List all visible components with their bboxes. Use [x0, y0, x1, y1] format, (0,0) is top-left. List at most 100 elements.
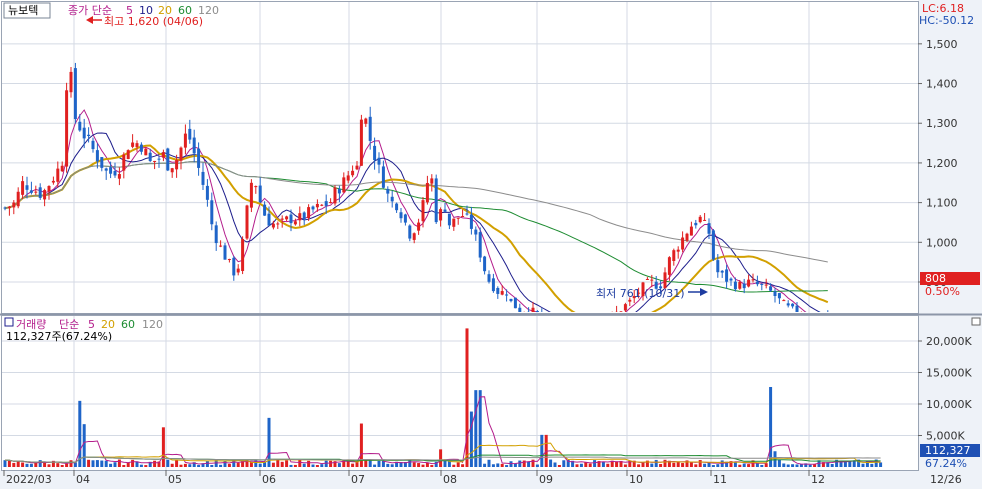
- volume-bar: [183, 463, 187, 467]
- chart-canvas[interactable]: 1,5001,4001,3001,2001,1001,000900 20,000…: [0, 0, 982, 489]
- volume-bar: [417, 463, 421, 467]
- candle-body: [126, 150, 130, 160]
- volume-bar: [540, 434, 544, 467]
- candle-body: [733, 281, 737, 290]
- volume-bar: [386, 463, 390, 467]
- volume-bar: [29, 463, 33, 467]
- volume-bar: [302, 463, 306, 467]
- candle-body: [302, 212, 306, 220]
- candle-body: [513, 297, 517, 309]
- candle-body: [381, 166, 385, 188]
- volume-bar: [623, 464, 627, 467]
- volume-bar: [879, 462, 883, 467]
- candle-body: [16, 191, 20, 207]
- price-tick-label: 1,200: [926, 157, 958, 170]
- candle-body: [91, 140, 95, 150]
- volume-bar: [698, 460, 702, 467]
- candle-body: [214, 225, 218, 244]
- candle-body: [263, 204, 267, 216]
- candle-body: [742, 283, 746, 289]
- candle-body: [681, 237, 685, 250]
- high-annotation-text: 최고 1,620 (04/06): [104, 15, 203, 28]
- high-annotation: 최고 1,620 (04/06): [86, 15, 203, 28]
- price-tick-label: 1,400: [926, 78, 958, 91]
- price-tick-label: 1,300: [926, 117, 958, 130]
- volume-bar: [3, 460, 7, 467]
- candle-body: [25, 185, 29, 190]
- volume-bar: [720, 460, 724, 467]
- volume-bar: [839, 461, 843, 467]
- volume-bar: [293, 464, 297, 467]
- candle-body: [738, 282, 742, 289]
- panel-close-icon[interactable]: [971, 317, 981, 326]
- x-tick-label: 10: [629, 473, 643, 486]
- candle-body: [623, 304, 627, 311]
- volume-bar: [439, 449, 443, 467]
- candle-body: [628, 299, 632, 302]
- candle-body: [443, 209, 447, 212]
- volume-bar: [69, 460, 73, 467]
- candle-body: [720, 270, 724, 273]
- x-tick-label: 12: [811, 473, 825, 486]
- volume-bar: [307, 460, 311, 467]
- candle-body: [747, 279, 751, 287]
- volume-bar: [553, 462, 557, 467]
- volume-bar: [258, 463, 262, 467]
- candle-body: [267, 213, 271, 226]
- volume-bar: [205, 461, 209, 467]
- volume-tick-label: 15,000K: [926, 367, 972, 380]
- candle-body: [78, 121, 82, 131]
- candle-body: [249, 182, 253, 208]
- candle-body: [170, 168, 174, 173]
- candle-body: [386, 188, 390, 194]
- current-volume-percent: 67.24%: [925, 457, 967, 470]
- volume-bar: [311, 464, 315, 467]
- candle-body: [337, 188, 341, 194]
- candle-body: [87, 134, 91, 137]
- volume-bar: [522, 460, 526, 467]
- volume-legend-ma120: 120: [142, 318, 163, 331]
- volume-bar: [830, 463, 834, 467]
- volume-bar: [364, 459, 368, 467]
- volume-bar: [483, 463, 487, 467]
- candle-body: [258, 185, 262, 203]
- candle-body: [461, 216, 465, 218]
- candle-body: [135, 143, 139, 147]
- candle-body: [698, 216, 702, 223]
- volume-bar: [650, 463, 654, 467]
- candle-body: [707, 223, 711, 234]
- candle-body: [650, 279, 654, 281]
- volume-bar: [518, 460, 522, 467]
- volume-bar: [289, 464, 293, 467]
- candle-body: [399, 212, 403, 219]
- volume-bar: [131, 459, 135, 467]
- candle-body: [408, 225, 412, 239]
- candle-body: [104, 168, 108, 171]
- volume-bar: [672, 462, 676, 467]
- price-tick-label: 1,000: [926, 236, 958, 249]
- candle-body: [56, 168, 60, 182]
- volume-bar: [549, 459, 553, 467]
- candle-body: [3, 207, 7, 209]
- volume-bar: [474, 390, 478, 467]
- candle-body: [197, 148, 201, 168]
- volume-bar: [584, 462, 588, 467]
- volume-bar: [421, 464, 425, 467]
- volume-bar: [601, 461, 605, 467]
- volume-bar: [91, 460, 95, 467]
- volume-bar: [139, 464, 143, 467]
- volume-bar: [641, 462, 645, 467]
- volume-bar: [500, 463, 504, 467]
- candle-body: [355, 165, 359, 170]
- candle-body: [782, 300, 786, 302]
- candle-body: [694, 222, 698, 226]
- candle-body: [791, 303, 795, 307]
- candle-body: [315, 203, 319, 208]
- candle-body: [685, 233, 689, 241]
- candle-body: [205, 185, 209, 200]
- candle-body: [60, 165, 64, 172]
- price-tick-label: 1,500: [926, 38, 958, 51]
- volume-bar: [654, 459, 658, 467]
- volume-bar: [188, 464, 192, 467]
- volume-bar: [747, 464, 751, 467]
